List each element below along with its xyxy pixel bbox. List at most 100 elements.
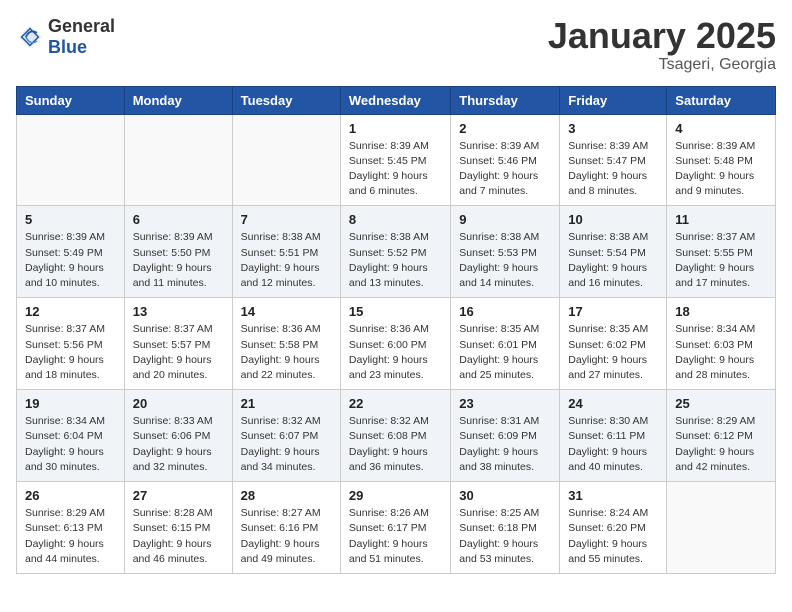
calendar-cell: 23Sunrise: 8:31 AM Sunset: 6:09 PM Dayli…: [451, 390, 560, 482]
day-info: Sunrise: 8:38 AM Sunset: 5:52 PM Dayligh…: [349, 230, 442, 291]
calendar-location: Tsageri, Georgia: [548, 56, 776, 74]
calendar-cell: 24 Sunrise: 8:30 AM Sunset: 6:11 PM Dayli…: [560, 390, 667, 482]
day-info: Sunrise: 8:39 AM Sunset: 5:49 PM Dayligh…: [25, 230, 116, 291]
calendar-cell: 19 Sunrise: 8:34 AM Sunset: 6:04 PM Dayli…: [17, 390, 125, 482]
calendar-cell: 16 Sunrise: 8:35 AM Sunset: 6:01 PM Dayli…: [451, 298, 560, 390]
weekday-header-friday: Friday: [560, 86, 667, 114]
calendar-cell: 15 Sunrise: 8:36 AM Sunset: 6:00 PM Dayli…: [340, 298, 450, 390]
calendar-cell: [667, 482, 776, 574]
day-number: 29: [349, 488, 442, 503]
day-number: 5: [25, 212, 116, 227]
day-number: 28: [241, 488, 332, 503]
day-number: 14: [241, 304, 332, 319]
calendar-cell: 29Sunrise: 8:26 AM Sunset: 6:17 PM Dayli…: [340, 482, 450, 574]
day-info: Sunrise: 8:24 AM Sunset: 6:20 PM Dayligh…: [568, 506, 658, 567]
day-info: Sunrise: 8:39 AM Sunset: 5:45 PM Dayligh…: [349, 139, 442, 200]
calendar-cell: 8Sunrise: 8:38 AM Sunset: 5:52 PM Daylig…: [340, 206, 450, 298]
logo-blue-text: Blue: [48, 37, 87, 57]
day-number: 1: [349, 121, 442, 136]
weekday-header-saturday: Saturday: [667, 86, 776, 114]
day-number: 30: [459, 488, 551, 503]
calendar-cell: 3 Sunrise: 8:39 AM Sunset: 5:47 PM Daylig…: [560, 114, 667, 206]
weekday-header-sunday: Sunday: [17, 86, 125, 114]
day-info: Sunrise: 8:39 AM Sunset: 5:48 PM Dayligh…: [675, 139, 767, 200]
weekday-header-monday: Monday: [124, 86, 232, 114]
day-number: 24: [568, 396, 658, 411]
day-info: Sunrise: 8:33 AM Sunset: 6:06 PM Dayligh…: [133, 414, 224, 475]
day-info: Sunrise: 8:29 AM Sunset: 6:12 PM Dayligh…: [675, 414, 767, 475]
week-row-4: 19 Sunrise: 8:34 AM Sunset: 6:04 PM Dayli…: [17, 390, 776, 482]
week-row-2: 5 Sunrise: 8:39 AM Sunset: 5:49 PM Daylig…: [17, 206, 776, 298]
page-header: General Blue January 2025 Tsageri, Georg…: [16, 16, 776, 74]
week-row-5: 26 Sunrise: 8:29 AM Sunset: 6:13 PM Dayli…: [17, 482, 776, 574]
calendar-cell: 27 Sunrise: 8:28 AM Sunset: 6:15 PM Dayli…: [124, 482, 232, 574]
day-number: 26: [25, 488, 116, 503]
calendar-cell: [17, 114, 125, 206]
day-number: 18: [675, 304, 767, 319]
day-number: 12: [25, 304, 116, 319]
day-number: 15: [349, 304, 442, 319]
calendar-cell: 30 Sunrise: 8:25 AM Sunset: 6:18 PM Dayli…: [451, 482, 560, 574]
calendar-cell: 25 Sunrise: 8:29 AM Sunset: 6:12 PM Dayli…: [667, 390, 776, 482]
calendar-cell: 1 Sunrise: 8:39 AM Sunset: 5:45 PM Daylig…: [340, 114, 450, 206]
day-info: Sunrise: 8:27 AM Sunset: 6:16 PM Dayligh…: [241, 506, 332, 567]
calendar-cell: 17 Sunrise: 8:35 AM Sunset: 6:02 PM Dayli…: [560, 298, 667, 390]
day-info: Sunrise: 8:28 AM Sunset: 6:15 PM Dayligh…: [133, 506, 224, 567]
day-info: Sunrise: 8:39 AM Sunset: 5:46 PM Dayligh…: [459, 139, 551, 200]
day-number: 25: [675, 396, 767, 411]
calendar-title: January 2025: [548, 16, 776, 56]
calendar-table: SundayMondayTuesdayWednesdayThursdayFrid…: [16, 86, 776, 574]
calendar-cell: 26 Sunrise: 8:29 AM Sunset: 6:13 PM Dayli…: [17, 482, 125, 574]
calendar-cell: 20 Sunrise: 8:33 AM Sunset: 6:06 PM Dayli…: [124, 390, 232, 482]
calendar-cell: 21Sunrise: 8:32 AM Sunset: 6:07 PM Dayli…: [232, 390, 340, 482]
day-info: Sunrise: 8:35 AM Sunset: 6:01 PM Dayligh…: [459, 322, 551, 383]
calendar-cell: 9 Sunrise: 8:38 AM Sunset: 5:53 PM Daylig…: [451, 206, 560, 298]
weekday-header-tuesday: Tuesday: [232, 86, 340, 114]
logo: General Blue: [16, 16, 115, 58]
day-info: Sunrise: 8:38 AM Sunset: 5:54 PM Dayligh…: [568, 230, 658, 291]
week-row-3: 12 Sunrise: 8:37 AM Sunset: 5:56 PM Dayli…: [17, 298, 776, 390]
day-info: Sunrise: 8:39 AM Sunset: 5:50 PM Dayligh…: [133, 230, 224, 291]
day-info: Sunrise: 8:37 AM Sunset: 5:55 PM Dayligh…: [675, 230, 767, 291]
day-number: 9: [459, 212, 551, 227]
logo-general-text: General: [48, 16, 115, 36]
day-number: 10: [568, 212, 658, 227]
day-number: 11: [675, 212, 767, 227]
day-info: Sunrise: 8:25 AM Sunset: 6:18 PM Dayligh…: [459, 506, 551, 567]
day-number: 2: [459, 121, 551, 136]
calendar-cell: 2 Sunrise: 8:39 AM Sunset: 5:46 PM Daylig…: [451, 114, 560, 206]
day-info: Sunrise: 8:37 AM Sunset: 5:56 PM Dayligh…: [25, 322, 116, 383]
day-number: 16: [459, 304, 551, 319]
calendar-cell: 4 Sunrise: 8:39 AM Sunset: 5:48 PM Daylig…: [667, 114, 776, 206]
calendar-cell: 28 Sunrise: 8:27 AM Sunset: 6:16 PM Dayli…: [232, 482, 340, 574]
week-row-1: 1 Sunrise: 8:39 AM Sunset: 5:45 PM Daylig…: [17, 114, 776, 206]
day-info: Sunrise: 8:30 AM Sunset: 6:11 PM Dayligh…: [568, 414, 658, 475]
calendar-cell: 12 Sunrise: 8:37 AM Sunset: 5:56 PM Dayli…: [17, 298, 125, 390]
day-number: 17: [568, 304, 658, 319]
day-info: Sunrise: 8:38 AM Sunset: 5:51 PM Dayligh…: [241, 230, 332, 291]
day-number: 3: [568, 121, 658, 136]
day-number: 20: [133, 396, 224, 411]
weekday-header-wednesday: Wednesday: [340, 86, 450, 114]
day-number: 6: [133, 212, 224, 227]
day-info: Sunrise: 8:39 AM Sunset: 5:47 PM Dayligh…: [568, 139, 658, 200]
weekday-header-thursday: Thursday: [451, 86, 560, 114]
logo-icon: [16, 23, 44, 51]
day-info: Sunrise: 8:32 AM Sunset: 6:07 PM Dayligh…: [241, 414, 332, 475]
calendar-cell: 31Sunrise: 8:24 AM Sunset: 6:20 PM Dayli…: [560, 482, 667, 574]
day-info: Sunrise: 8:35 AM Sunset: 6:02 PM Dayligh…: [568, 322, 658, 383]
day-number: 13: [133, 304, 224, 319]
calendar-cell: 6 Sunrise: 8:39 AM Sunset: 5:50 PM Daylig…: [124, 206, 232, 298]
day-info: Sunrise: 8:36 AM Sunset: 5:58 PM Dayligh…: [241, 322, 332, 383]
day-number: 22: [349, 396, 442, 411]
day-info: Sunrise: 8:34 AM Sunset: 6:03 PM Dayligh…: [675, 322, 767, 383]
day-info: Sunrise: 8:36 AM Sunset: 6:00 PM Dayligh…: [349, 322, 442, 383]
day-number: 19: [25, 396, 116, 411]
day-info: Sunrise: 8:29 AM Sunset: 6:13 PM Dayligh…: [25, 506, 116, 567]
calendar-cell: 11 Sunrise: 8:37 AM Sunset: 5:55 PM Dayli…: [667, 206, 776, 298]
day-info: Sunrise: 8:38 AM Sunset: 5:53 PM Dayligh…: [459, 230, 551, 291]
day-number: 4: [675, 121, 767, 136]
day-number: 27: [133, 488, 224, 503]
day-info: Sunrise: 8:34 AM Sunset: 6:04 PM Dayligh…: [25, 414, 116, 475]
calendar-cell: 13Sunrise: 8:37 AM Sunset: 5:57 PM Dayli…: [124, 298, 232, 390]
